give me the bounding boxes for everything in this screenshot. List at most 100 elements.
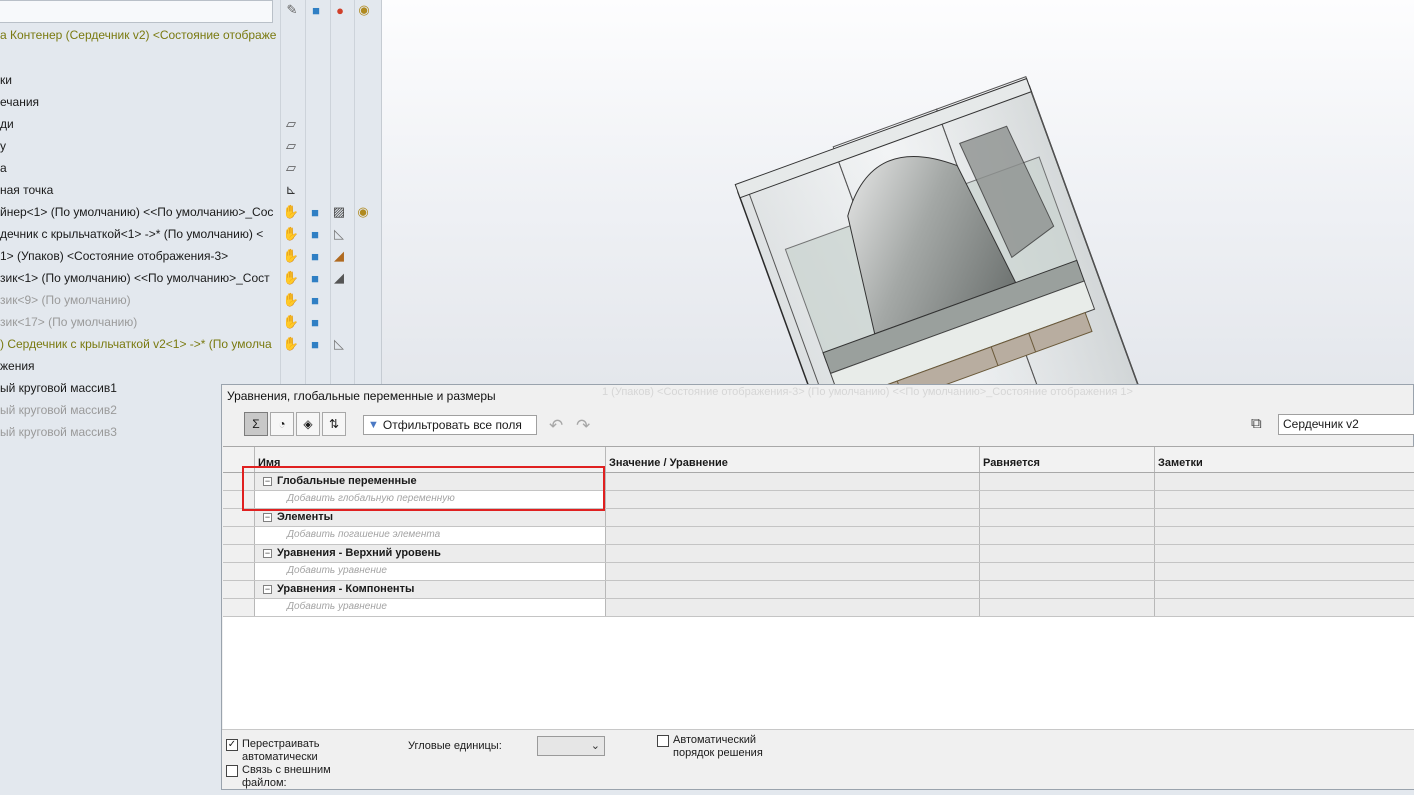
row-selector[interactable] <box>223 581 255 598</box>
hatch-icon[interactable]: ◢ <box>329 246 349 266</box>
name-cell[interactable]: Добавить уравнение <box>255 599 606 616</box>
part-icon[interactable]: ✋ <box>281 334 301 354</box>
add-entry-placeholder[interactable]: Добавить уравнение <box>287 601 387 612</box>
hatch-icon[interactable]: ◺ <box>329 334 349 354</box>
plane-icon[interactable]: ▱ <box>281 114 301 134</box>
document-select[interactable]: Сердечник v2 <box>1278 414 1414 435</box>
filter-all-fields-input[interactable]: ▼ Отфильтровать все поля <box>363 415 537 435</box>
row-selector[interactable] <box>223 563 255 580</box>
evaluates-cell[interactable] <box>980 527 1155 544</box>
tree-item[interactable]: у <box>0 136 6 156</box>
cube-icon[interactable]: ■ <box>305 246 325 266</box>
name-cell[interactable]: − Элементы <box>255 509 606 526</box>
eye-icon[interactable]: ◉ <box>354 0 374 20</box>
notes-cell[interactable] <box>1155 527 1414 544</box>
hatch-icon[interactable]: ◺ <box>329 224 349 244</box>
value-cell[interactable] <box>606 599 980 616</box>
tree-item[interactable]: ый круговой массив3 <box>0 422 117 442</box>
evaluates-cell[interactable] <box>980 509 1155 526</box>
tree-item[interactable]: ый круговой массив1 <box>0 378 117 398</box>
auto-order-checkbox-box[interactable] <box>657 735 669 747</box>
value-cell[interactable] <box>606 473 980 490</box>
tree-item[interactable]: йнер<1> (По умолчанию) <<По умолчанию>_С… <box>0 202 273 222</box>
tree-item[interactable]: ди <box>0 114 14 134</box>
value-cell[interactable] <box>606 527 980 544</box>
link-external-file-checkbox[interactable]: Связь с внешним файлом: <box>226 764 342 790</box>
add-entry-row[interactable]: Добавить погашение элемента <box>223 527 1414 545</box>
tree-item[interactable]: ый круговой массив2 <box>0 400 117 420</box>
cube-icon[interactable]: ■ <box>305 312 325 332</box>
hatch-icon[interactable]: ▨ <box>329 202 349 222</box>
tree-item[interactable]: ная точка <box>0 180 53 200</box>
notes-cell[interactable] <box>1155 599 1414 616</box>
collapse-toggle-icon[interactable]: − <box>263 549 272 558</box>
add-entry-placeholder[interactable]: Добавить уравнение <box>287 565 387 576</box>
sketch-equations-view-icon[interactable]: ◔ <box>270 412 294 436</box>
dimensions-view-icon[interactable]: ◈ <box>296 412 320 436</box>
origin-icon[interactable]: ⊾ <box>281 180 301 200</box>
auto-solve-order-checkbox[interactable]: Автоматический порядок решения <box>657 734 783 760</box>
notes-cell[interactable] <box>1155 491 1414 508</box>
tree-item[interactable]: зик<17> (По умолчанию) <box>0 312 137 332</box>
tree-item[interactable]: жения <box>0 356 35 376</box>
part-outline-icon[interactable]: ✋ <box>281 290 301 310</box>
value-cell[interactable] <box>606 545 980 562</box>
notes-cell[interactable] <box>1155 509 1414 526</box>
name-cell[interactable]: − Уравнения - Верхний уровень <box>255 545 606 562</box>
add-entry-placeholder[interactable]: Добавить погашение элемента <box>287 529 440 540</box>
eye-icon[interactable]: ◉ <box>353 202 373 222</box>
notes-cell[interactable] <box>1155 473 1414 490</box>
name-cell[interactable]: Добавить погашение элемента <box>255 527 606 544</box>
collapse-toggle-icon[interactable]: − <box>263 585 272 594</box>
tree-root-item[interactable]: а Контенер (Сердечник v2) <Состояние ото… <box>0 25 276 45</box>
notes-cell[interactable] <box>1155 581 1414 598</box>
angle-units-select[interactable]: ⌄ <box>537 736 605 756</box>
evaluates-cell[interactable] <box>980 599 1155 616</box>
rebuild-checkbox-box[interactable]: ✓ <box>226 739 238 751</box>
notes-cell[interactable] <box>1155 545 1414 562</box>
external-checkbox-box[interactable] <box>226 765 238 777</box>
tree-item[interactable]: ) Сердечник с крыльчаткой v2<1> ->* (По … <box>0 334 272 354</box>
tree-item[interactable]: зик<1> (По умолчанию) <<По умолчанию>_Со… <box>0 268 270 288</box>
row-selector[interactable] <box>223 527 255 544</box>
tree-filter-input[interactable] <box>0 0 273 23</box>
cube-icon[interactable]: ■ <box>306 0 326 20</box>
plane-icon[interactable]: ▱ <box>281 158 301 178</box>
cube-icon[interactable]: ■ <box>305 268 325 288</box>
row-selector[interactable] <box>223 599 255 616</box>
part-outline-icon[interactable]: ✋ <box>281 312 301 332</box>
graphics-viewport[interactable] <box>382 0 1414 385</box>
row-selector[interactable] <box>223 545 255 562</box>
equation-group-row[interactable]: − Уравнения - Компоненты <box>223 581 1414 599</box>
tree-item[interactable]: 1> (Упаков) <Состояние отображения-3> <box>0 246 228 266</box>
cube-icon[interactable]: ■ <box>305 334 325 354</box>
tree-item[interactable]: ечания <box>0 92 39 112</box>
part-icon[interactable]: ✋ <box>281 202 301 222</box>
equation-group-row[interactable]: − Элементы <box>223 509 1414 527</box>
evaluates-cell[interactable] <box>980 545 1155 562</box>
evaluates-cell[interactable] <box>980 473 1155 490</box>
evaluates-cell[interactable] <box>980 563 1155 580</box>
column-header-value[interactable]: Значение / Уравнение <box>606 447 980 472</box>
part-icon[interactable]: ✋ <box>281 268 301 288</box>
name-cell[interactable]: Добавить уравнение <box>255 563 606 580</box>
row-selector[interactable] <box>223 509 255 526</box>
value-cell[interactable] <box>606 581 980 598</box>
collapse-toggle-icon[interactable]: − <box>263 513 272 522</box>
part-icon[interactable]: ✋ <box>281 246 301 266</box>
hatch-icon[interactable]: ◢ <box>329 268 349 288</box>
name-cell[interactable]: − Уравнения - Компоненты <box>255 581 606 598</box>
part-outline-icon[interactable]: ✋ <box>281 224 301 244</box>
value-cell[interactable] <box>606 509 980 526</box>
value-cell[interactable] <box>606 491 980 508</box>
cube-icon[interactable]: ■ <box>305 224 325 244</box>
value-cell[interactable] <box>606 563 980 580</box>
tree-item[interactable]: дечник с крыльчаткой<1> ->* (По умолчани… <box>0 224 263 244</box>
tree-item[interactable]: зик<9> (По умолчанию) <box>0 290 131 310</box>
redo-icon[interactable]: ↷ <box>576 416 590 436</box>
rebuild-automatically-checkbox[interactable]: ✓ Перестраивать автоматически <box>226 738 332 764</box>
ordered-view-icon[interactable]: ⇅ <box>322 412 346 436</box>
add-entry-row[interactable]: Добавить уравнение <box>223 599 1414 617</box>
evaluates-cell[interactable] <box>980 581 1155 598</box>
equations-view-icon[interactable]: Σ <box>244 412 268 436</box>
